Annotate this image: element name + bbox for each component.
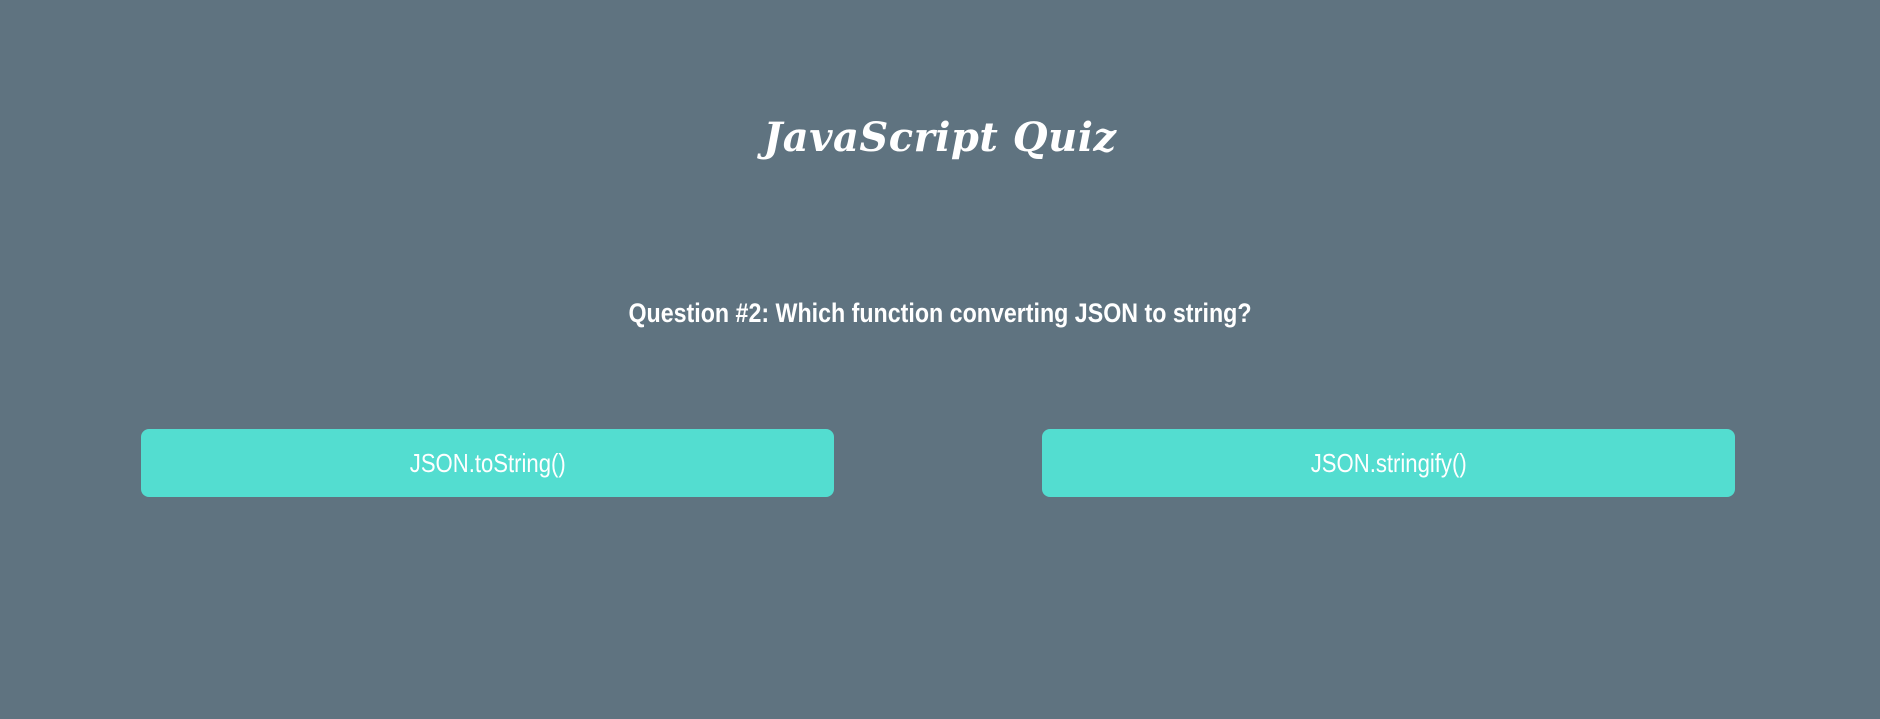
answer-button-json-stringify[interactable]: JSON.stringify()	[1042, 429, 1735, 497]
question-text: Question #2: Which function converting J…	[628, 298, 1252, 328]
answer-label: JSON.stringify()	[1310, 447, 1467, 478]
quiz-title: JavaScript Quiz	[763, 114, 1117, 161]
answer-label: JSON.toString()	[409, 447, 566, 478]
answer-button-json-tostring[interactable]: JSON.toString()	[141, 429, 834, 497]
